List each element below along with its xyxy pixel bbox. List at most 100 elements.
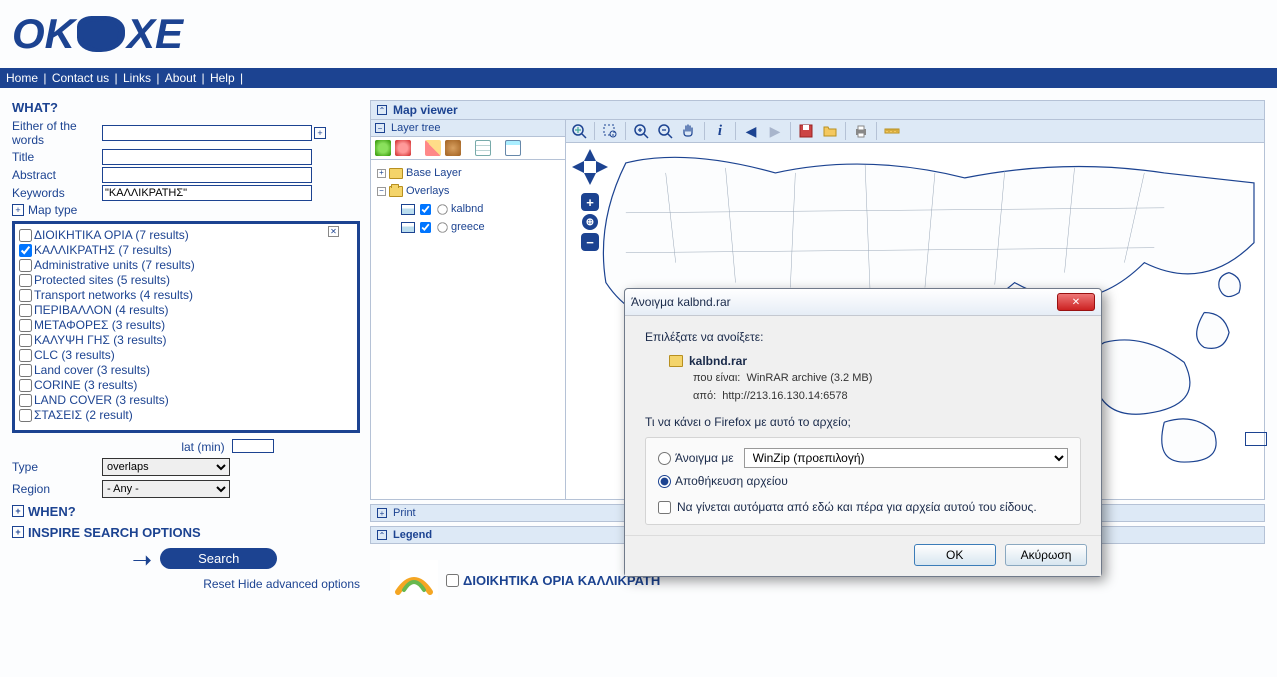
pan-right-icon[interactable] (596, 161, 608, 173)
greece-checkbox[interactable] (420, 221, 431, 232)
overlays-label[interactable]: Overlays (406, 182, 449, 200)
nav-help[interactable]: Help (210, 71, 235, 85)
result-checkbox[interactable] (446, 574, 459, 587)
next-icon[interactable]: ▶ (766, 122, 784, 140)
remove-layer-icon[interactable] (395, 140, 411, 156)
region-select[interactable]: - Any - (102, 480, 230, 498)
dialog-titlebar[interactable]: Άνοιγμα kalbnd.rar ✕ (625, 289, 1101, 316)
greece-label[interactable]: greece (451, 218, 485, 236)
result-checkbox[interactable] (19, 379, 32, 392)
kalbnd-label[interactable]: kalbnd (451, 200, 483, 218)
result-checkbox[interactable] (19, 229, 32, 242)
either-expand-icon[interactable]: + (314, 127, 326, 139)
result-checkbox[interactable] (19, 304, 32, 317)
result-checkbox[interactable] (19, 394, 32, 407)
zoom-globe-icon[interactable]: ⊕ (582, 214, 598, 230)
result-item[interactable]: ΔΙΟΙΚΗΤΙΚΑ ΟΡΙΑ (7 results) (19, 228, 353, 243)
legend-label[interactable]: Legend (393, 529, 432, 541)
greece-radio[interactable] (437, 222, 447, 232)
kalbnd-checkbox[interactable] (420, 203, 431, 214)
type-select[interactable]: overlaps (102, 458, 230, 476)
result-item[interactable]: Administrative units (7 results) (19, 258, 353, 273)
pan-down-icon[interactable] (584, 173, 596, 185)
kalbnd-radio[interactable] (437, 204, 447, 214)
title-input[interactable] (102, 149, 312, 165)
base-layer-label[interactable]: Base Layer (406, 164, 462, 182)
collapse-handle[interactable] (1245, 432, 1267, 446)
zoom-in-icon[interactable] (632, 122, 650, 140)
save-map-icon[interactable] (797, 122, 815, 140)
maptype-expand-icon[interactable]: + (12, 204, 24, 216)
save-radio[interactable] (658, 475, 671, 488)
result-checkbox[interactable] (19, 289, 32, 302)
open-with-select[interactable]: WinZip (προεπιλογή) (744, 448, 1068, 468)
results-list[interactable]: ΔΙΟΙΚΗΤΙΚΑ ΟΡΙΑ (7 results)ΚΑΛΛΙΚΡΑΤΗΣ (… (19, 228, 353, 426)
result-item[interactable]: Land cover (3 results) (19, 363, 353, 378)
result-item[interactable]: Transport networks (4 results) (19, 288, 353, 303)
result-item[interactable]: ΚΑΛΥΨΗ ΓΗΣ (3 results) (19, 333, 353, 348)
pan-up-icon[interactable] (584, 149, 596, 161)
keywords-input[interactable] (102, 185, 312, 201)
prev-icon[interactable]: ◀ (742, 122, 760, 140)
open-with-label[interactable]: Άνοιγμα με (675, 451, 734, 465)
zoom-minus-icon[interactable]: − (581, 233, 599, 251)
lat-input[interactable] (232, 439, 274, 453)
result-checkbox[interactable] (19, 349, 32, 362)
result-checkbox[interactable] (19, 244, 32, 257)
result-checkbox[interactable] (19, 274, 32, 287)
result-item[interactable]: ΜΕΤΑΦΟΡΕΣ (3 results) (19, 318, 353, 333)
palette-icon[interactable] (445, 140, 461, 156)
print-expand-icon[interactable]: + (377, 508, 387, 518)
viewer-collapse-icon[interactable]: ⌃ (377, 105, 387, 115)
zoom-full-icon[interactable] (570, 122, 588, 140)
info-icon[interactable]: i (711, 122, 729, 140)
tree-collapse-icon[interactable]: − (377, 187, 386, 196)
style-icon[interactable] (425, 140, 441, 156)
nav-home[interactable]: Home (6, 71, 38, 85)
dialog-close-icon[interactable]: ✕ (1057, 293, 1095, 311)
result-item[interactable]: ΚΑΛΛΙΚΡΑΤΗΣ (7 results) (19, 243, 353, 258)
window-icon[interactable] (505, 140, 521, 156)
result-checkbox[interactable] (19, 364, 32, 377)
result-checkbox[interactable] (19, 334, 32, 347)
result-item[interactable]: Protected sites (5 results) (19, 273, 353, 288)
either-input[interactable] (102, 125, 312, 141)
abstract-input[interactable] (102, 167, 312, 183)
nav-contact[interactable]: Contact us (52, 71, 109, 85)
zoom-out-icon[interactable] (656, 122, 674, 140)
open-with-radio[interactable] (658, 452, 671, 465)
result-item[interactable]: ΣΤΑΣΕΙΣ (2 result) (19, 408, 353, 423)
result-item[interactable]: CORINE (3 results) (19, 378, 353, 393)
nav-links[interactable]: Links (123, 71, 151, 85)
dialog-ok-button[interactable]: OK (914, 544, 996, 566)
result-item[interactable]: ΠΕΡΙΒΑΛΛΟΝ (4 results) (19, 303, 353, 318)
reset-link[interactable]: Reset Hide advanced options (12, 577, 360, 591)
save-label[interactable]: Αποθήκευση αρχείου (675, 474, 788, 488)
results-close-icon[interactable]: ✕ (328, 226, 339, 237)
nav-about[interactable]: About (165, 71, 196, 85)
when-expand-icon[interactable]: + (12, 505, 24, 517)
zoom-box-icon[interactable] (601, 122, 619, 140)
add-layer-icon[interactable] (375, 140, 391, 156)
result-item[interactable]: LAND COVER (3 results) (19, 393, 353, 408)
pan-icon[interactable] (680, 122, 698, 140)
inspire-expand-icon[interactable]: + (12, 526, 24, 538)
layertree-collapse-icon[interactable]: − (375, 123, 385, 133)
legend-collapse-icon[interactable]: ⌃ (377, 530, 387, 540)
pan-left-icon[interactable] (572, 161, 584, 173)
auto-checkbox[interactable] (658, 501, 671, 514)
zoom-plus-icon[interactable]: + (581, 193, 599, 211)
search-button[interactable]: Search (160, 548, 277, 569)
result-checkbox[interactable] (19, 259, 32, 272)
result-checkbox[interactable] (19, 319, 32, 332)
result-item[interactable]: CLC (3 results) (19, 348, 353, 363)
print-label[interactable]: Print (393, 507, 416, 519)
measure-icon[interactable] (883, 122, 901, 140)
auto-label[interactable]: Να γίνεται αυτόματα από εδώ και πέρα για… (677, 500, 1037, 514)
open-icon[interactable] (821, 122, 839, 140)
result-checkbox[interactable] (19, 409, 32, 422)
tree-expand-icon[interactable]: + (377, 169, 386, 178)
print-icon[interactable] (852, 122, 870, 140)
properties-icon[interactable] (475, 140, 491, 156)
dialog-cancel-button[interactable]: Ακύρωση (1005, 544, 1087, 566)
